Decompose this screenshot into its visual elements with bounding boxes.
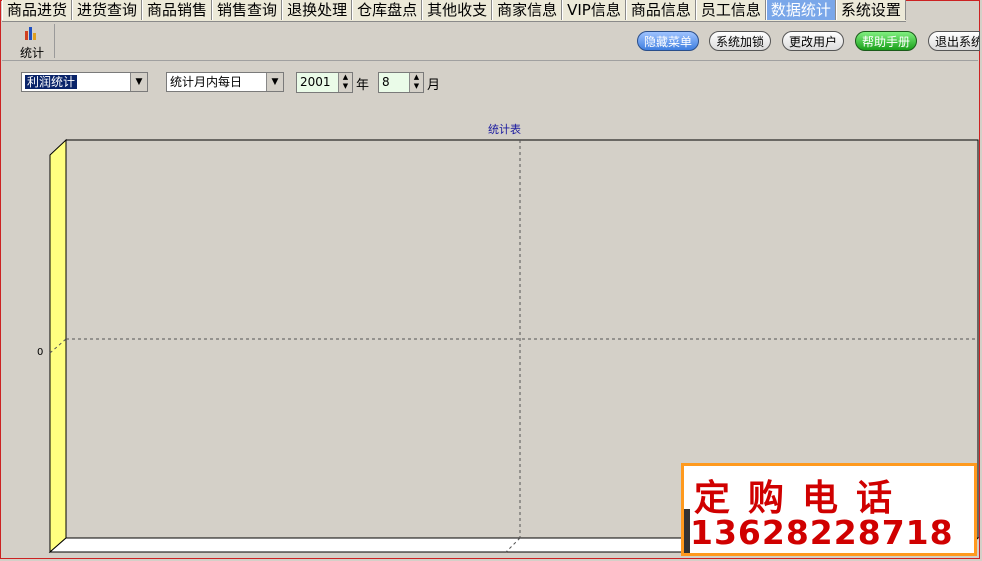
order-phone-banner: 定购电话 13628228718 <box>681 463 977 556</box>
y-tick-label: 0 <box>37 347 44 358</box>
ad-phone-number: 13628228718 <box>690 513 954 552</box>
chart-left-wall <box>49 138 67 554</box>
